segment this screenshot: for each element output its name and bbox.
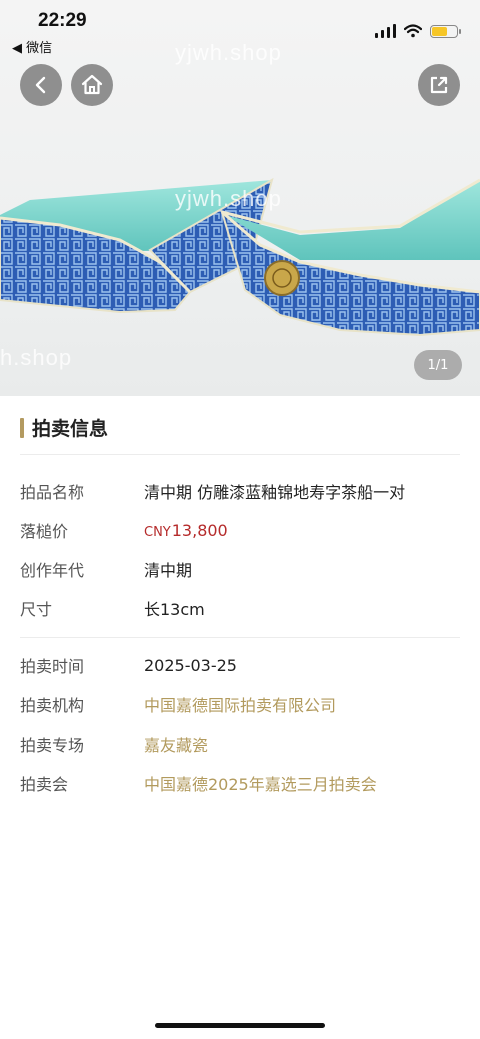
info-value: 长13cm <box>144 600 205 619</box>
price-value: CNY13,800 <box>144 521 228 540</box>
section-divider <box>20 454 460 455</box>
section-header: 拍卖信息 <box>20 414 108 441</box>
info-label: 拍卖机构 <box>20 696 85 715</box>
info-label: 尺寸 <box>20 600 53 619</box>
info-label: 落槌价 <box>20 522 69 541</box>
info-row-era: 创作年代 清中期 <box>20 554 460 584</box>
back-button[interactable] <box>20 64 62 106</box>
auction-session-link[interactable]: 嘉友藏瓷 <box>144 732 208 756</box>
image-counter: 1/1 <box>414 350 462 380</box>
price-amount: 13,800 <box>171 520 228 540</box>
info-value: 清中期 仿雕漆蓝釉锦地寿字茶船一对 <box>144 483 406 502</box>
info-value: 清中期 <box>144 561 193 580</box>
info-row-auction-house[interactable]: 拍卖机构 中国嘉德国际拍卖有限公司 <box>20 689 460 719</box>
info-row-hammer-price: 落槌价 CNY13,800 <box>20 515 460 545</box>
home-indicator[interactable] <box>155 1023 325 1028</box>
info-row-auction-time: 拍卖时间 2025-03-25 <box>20 650 460 680</box>
price-currency: CNY <box>144 524 171 540</box>
info-label: 拍品名称 <box>20 483 85 502</box>
auction-event-link[interactable]: 中国嘉德2025年嘉选三月拍卖会 <box>144 771 377 795</box>
section-title: 拍卖信息 <box>32 418 109 440</box>
home-button[interactable] <box>71 64 113 106</box>
status-icons <box>375 20 461 42</box>
info-value: 2025-03-25 <box>144 655 237 675</box>
info-row-size: 尺寸 长13cm <box>20 593 460 623</box>
info-label: 拍卖会 <box>20 775 69 794</box>
info-label: 创作年代 <box>20 561 85 580</box>
watermark-middle: yjwh.shop <box>175 186 282 211</box>
product-image-area[interactable]: yjwh.shop yjwh.shop h.shop 22:29 ◀ 微信 1/… <box>0 0 480 396</box>
status-time: 22:29 <box>38 10 87 31</box>
battery-icon <box>430 24 461 38</box>
wifi-icon <box>404 24 422 38</box>
home-icon <box>81 74 103 95</box>
share-button[interactable] <box>418 64 460 106</box>
share-icon <box>430 76 448 94</box>
info-row-auction-session[interactable]: 拍卖专场 嘉友藏瓷 <box>20 729 460 759</box>
status-bar: 22:29 ◀ 微信 <box>0 0 480 60</box>
auction-house-link[interactable]: 中国嘉德国际拍卖有限公司 <box>144 692 336 716</box>
info-divider <box>20 637 460 638</box>
info-label: 拍卖时间 <box>20 657 85 676</box>
back-to-wechat-link[interactable]: ◀ 微信 <box>12 37 52 56</box>
info-label: 拍卖专场 <box>20 736 85 755</box>
info-row-auction-event[interactable]: 拍卖会 中国嘉德2025年嘉选三月拍卖会 <box>20 768 460 798</box>
info-row-item-name: 拍品名称 清中期 仿雕漆蓝釉锦地寿字茶船一对 <box>20 476 460 506</box>
section-accent-bar <box>20 417 24 438</box>
chevron-left-icon <box>35 76 46 94</box>
signal-icon <box>375 24 396 38</box>
watermark-bottom: h.shop <box>0 345 73 370</box>
